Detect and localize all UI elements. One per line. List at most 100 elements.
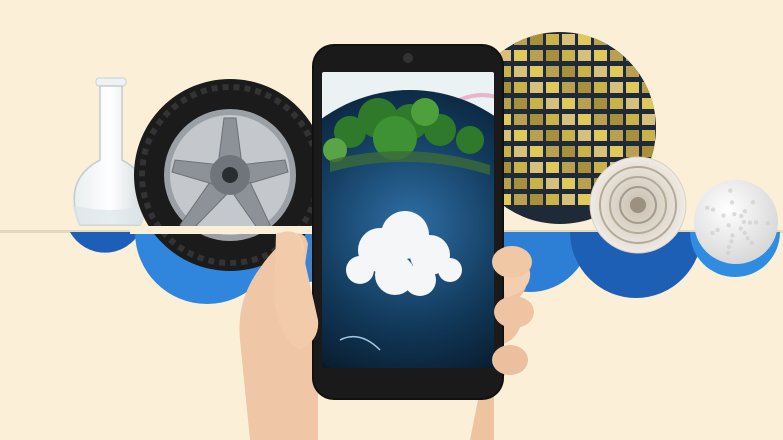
wafer-cell [546, 194, 559, 205]
wafer-cell [514, 50, 527, 61]
wafer-cell [530, 50, 543, 61]
golf-dimple [747, 220, 753, 225]
fabric-roll [589, 156, 687, 254]
golf-dimple [753, 220, 759, 225]
golf-dimple [729, 239, 734, 244]
wafer-cell [578, 98, 591, 109]
wafer-cell [610, 130, 623, 141]
golf-dimple [765, 220, 771, 226]
wafer-cell [514, 178, 527, 189]
wafer-cell [626, 146, 639, 157]
wafer-cell [626, 130, 639, 141]
wafer-cell [514, 98, 527, 109]
golf-dimple [729, 200, 735, 205]
wafer-cell [530, 114, 543, 125]
wafer-cell [546, 34, 559, 45]
golf-dimple [710, 230, 715, 236]
wafer-cell [578, 130, 591, 141]
wafer-cell [562, 146, 575, 157]
wafer-cell [578, 146, 591, 157]
wafer-cell [578, 178, 591, 189]
golf-dimple [710, 207, 716, 212]
wafer-cell [562, 50, 575, 61]
wafer-cell [626, 82, 639, 93]
wafer-cell [610, 114, 623, 125]
wafer-cell [514, 146, 527, 157]
wafer-cell [578, 114, 591, 125]
wafer-cell [562, 98, 575, 109]
wafer-cell [594, 114, 607, 125]
wafer-cell [642, 130, 655, 141]
wafer-cell [530, 98, 543, 109]
camera-icon [403, 53, 413, 63]
wafer-cell [578, 194, 591, 205]
golf-dimple [726, 244, 732, 250]
illustration-scene [0, 0, 783, 440]
golf-dimple [715, 227, 720, 233]
wafer-cell [610, 82, 623, 93]
wafer-cell [578, 66, 591, 77]
golf-dimple [726, 223, 731, 228]
wafer-cell [546, 50, 559, 61]
wafer-cell [546, 146, 559, 157]
wafer-cell [546, 130, 559, 141]
wafer-cell [626, 114, 639, 125]
wafer-cell [562, 178, 575, 189]
wafer-cell [514, 82, 527, 93]
wafer-cell [514, 130, 527, 141]
wafer-cell [546, 114, 559, 125]
wafer-cell [514, 194, 527, 205]
wafer-cell [514, 66, 527, 77]
wafer-cell [562, 130, 575, 141]
wafer-cell [594, 82, 607, 93]
golf-dimple [721, 213, 726, 218]
wafer-cell [578, 82, 591, 93]
wafer-cell [546, 178, 559, 189]
golf-dimple [745, 236, 750, 241]
golf-dimple [732, 211, 737, 217]
wafer-cell [642, 114, 655, 125]
golf-dimple [738, 226, 743, 231]
wafer-cell [530, 146, 543, 157]
golf-dimple [730, 233, 735, 238]
wafer-cell [530, 82, 543, 93]
wafer-cell [594, 50, 607, 61]
golf-dimple [726, 250, 731, 256]
wafer-cell [594, 130, 607, 141]
wafer-cell [610, 146, 623, 157]
wafer-cell [594, 146, 607, 157]
wafer-cell [562, 162, 575, 173]
wafer-cell [514, 162, 527, 173]
golf-dimple [728, 188, 733, 193]
golf-dimple [742, 208, 748, 214]
wafer-cell [562, 82, 575, 93]
wafer-cell [594, 98, 607, 109]
wafer-cell [626, 98, 639, 109]
wafer-cell [562, 66, 575, 77]
wafer-cell [546, 66, 559, 77]
wafer-cell [546, 82, 559, 93]
wafer-cell [610, 98, 623, 109]
wafer-cell [530, 130, 543, 141]
wafer-cell [530, 162, 543, 173]
golf-dimple [742, 230, 747, 236]
wafer-cell [546, 98, 559, 109]
golf-dimple [750, 199, 756, 205]
wafer-cell [530, 66, 543, 77]
wafer-cell [546, 162, 559, 173]
wafer-cell [578, 50, 591, 61]
wafer-cell [610, 66, 623, 77]
wafer-cell [514, 114, 527, 125]
golf-dimple [705, 205, 710, 211]
golf-dimple [749, 240, 755, 245]
wafer-cell [530, 194, 543, 205]
wafer-cell [578, 162, 591, 173]
wafer-cell [562, 34, 575, 45]
golf-dimple [739, 213, 744, 219]
illustration-svg [0, 0, 783, 440]
golf-dimple [741, 219, 747, 225]
golf-ball [694, 180, 778, 264]
wafer-cell [530, 178, 543, 189]
wafer-cell [562, 114, 575, 125]
wafer-cell [594, 66, 607, 77]
